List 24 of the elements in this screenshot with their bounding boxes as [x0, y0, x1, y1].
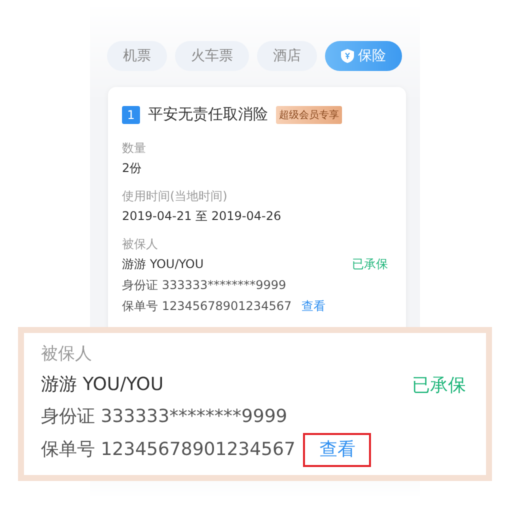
category-tab[interactable]: 机票	[107, 41, 167, 71]
field-label: 数量	[122, 140, 147, 157]
policy-number: 保单号 12345678901234567	[41, 438, 296, 462]
field-value: 2019-04-21 至 2019-04-26	[122, 208, 282, 225]
shield-icon	[341, 49, 354, 63]
id-number: 身份证 333333********9999	[41, 405, 288, 429]
category-tab[interactable]: 火车票	[175, 41, 249, 71]
field-value: 2份	[122, 160, 143, 177]
field-label: 使用时间(当地时间)	[122, 188, 228, 205]
insured-name: 游游 YOU/YOU	[41, 373, 164, 397]
view-link[interactable]: 查看	[302, 296, 326, 317]
policy-number: 保单号 12345678901234567	[122, 298, 292, 315]
status-text: 已承保	[412, 374, 466, 397]
category-tab[interactable]: 保险	[325, 41, 402, 71]
insured-name: 游游 YOU/YOU	[122, 256, 204, 273]
field-label: 被保人	[122, 236, 159, 253]
insurance-title: 平安无责任取消险	[148, 105, 268, 124]
status-text: 已承保	[352, 256, 389, 273]
id-number: 身份证 333333********9999	[122, 277, 288, 294]
category-tab[interactable]: 酒店	[257, 41, 317, 71]
index-badge: 1	[122, 106, 140, 124]
view-link[interactable]: 查看	[303, 433, 372, 467]
field-label: 被保人	[41, 343, 93, 366]
member-badge: 超级会员专享	[276, 106, 342, 124]
